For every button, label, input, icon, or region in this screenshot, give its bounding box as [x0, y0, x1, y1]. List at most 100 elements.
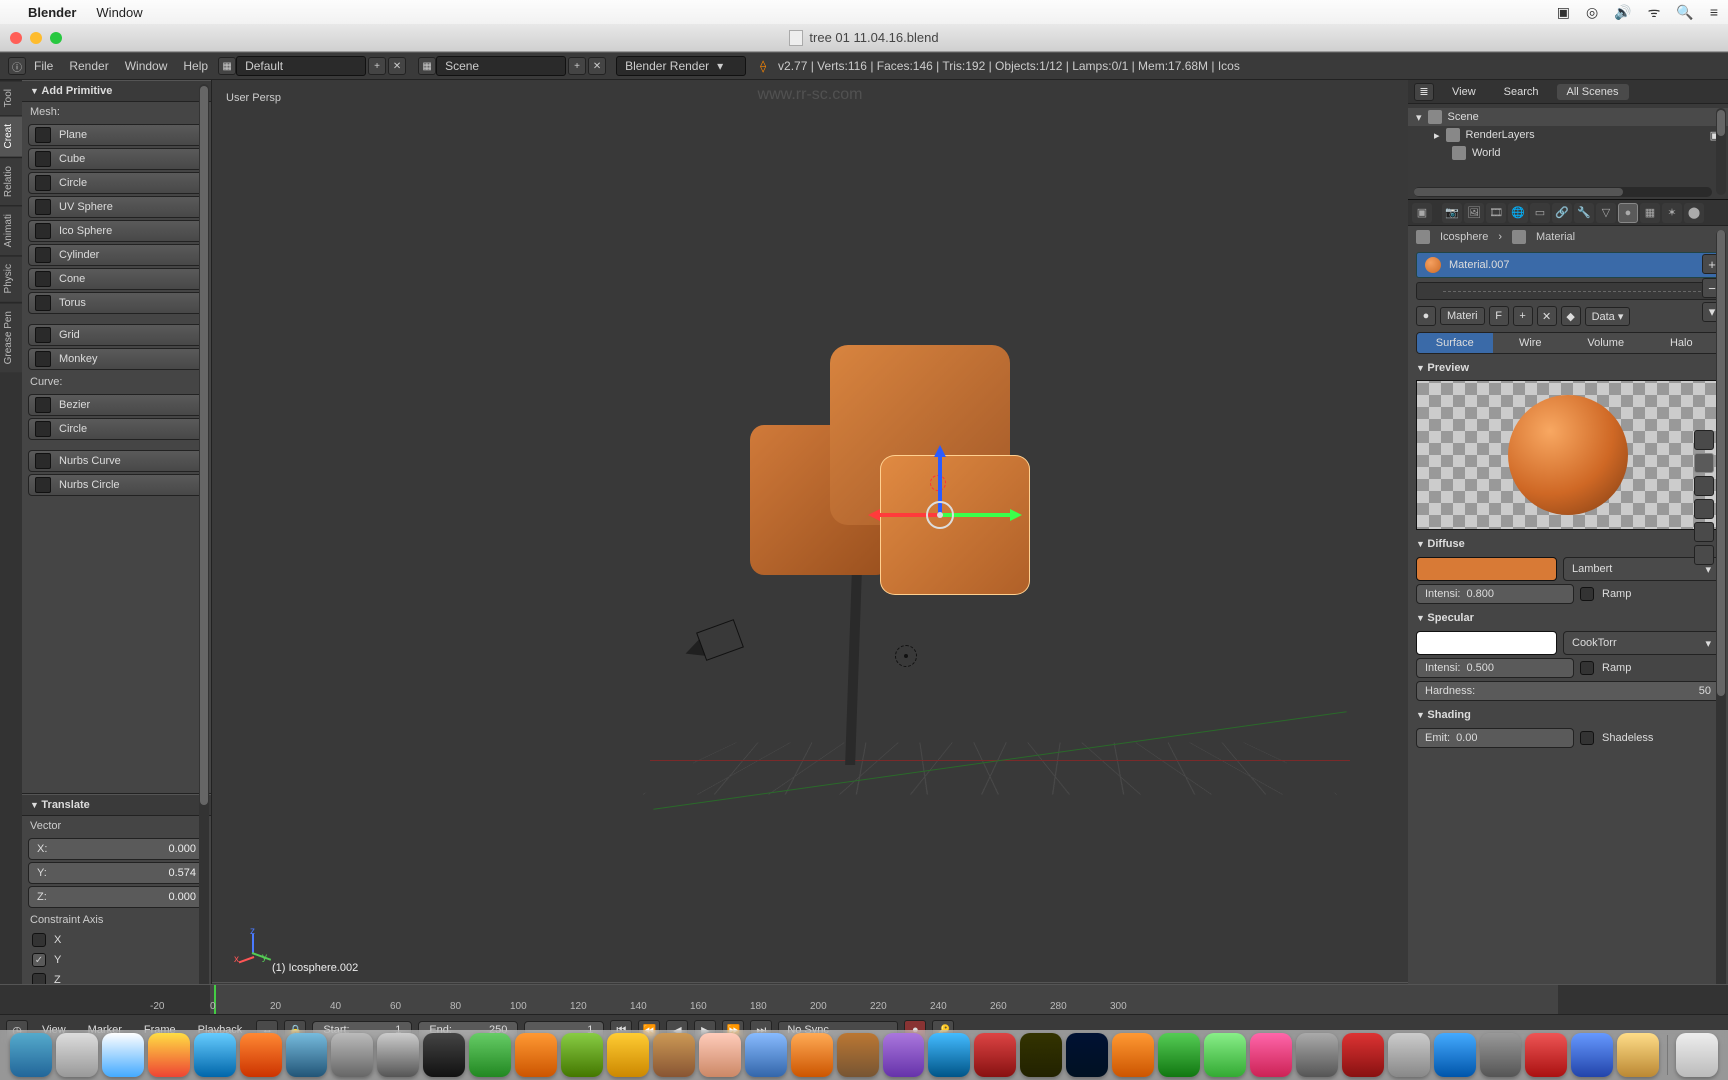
outliner-hscroll[interactable] — [1414, 187, 1712, 197]
dock-app[interactable] — [515, 1033, 557, 1077]
gizmo-x-arrow-icon[interactable] — [868, 509, 880, 521]
context-constraints-icon[interactable]: 🔗 — [1552, 203, 1572, 223]
panel-shading[interactable]: Shading — [1416, 705, 1720, 725]
dock-app[interactable] — [974, 1033, 1016, 1077]
add-cylinder-button[interactable]: Cylinder — [28, 244, 205, 266]
panel-preview[interactable]: Preview — [1416, 358, 1720, 378]
dock-app[interactable] — [1204, 1033, 1246, 1077]
dock-app-illustrator[interactable] — [1020, 1033, 1062, 1077]
add-nurbs-curve-button[interactable]: Nurbs Curve — [28, 450, 205, 472]
tab-animation[interactable]: Animati — [0, 205, 22, 255]
operator-title[interactable]: Translate — [22, 794, 211, 816]
toolshelf-scrollbar[interactable] — [199, 84, 209, 1006]
add-cube-button[interactable]: Cube — [28, 148, 205, 170]
context-material-icon[interactable]: ● — [1618, 203, 1638, 223]
material-link-dropdown[interactable]: Data ▾ — [1585, 307, 1631, 326]
tab-wire[interactable]: Wire — [1493, 333, 1569, 353]
layout-add-icon[interactable]: + — [368, 57, 386, 75]
dock-app-unity[interactable] — [423, 1033, 465, 1077]
add-uvsphere-button[interactable]: UV Sphere — [28, 196, 205, 218]
dock-app[interactable] — [286, 1033, 328, 1077]
outliner-view[interactable]: View — [1442, 84, 1486, 100]
add-cone-button[interactable]: Cone — [28, 268, 205, 290]
dock-app[interactable] — [883, 1033, 925, 1077]
material-browse-icon[interactable]: ● — [1416, 306, 1436, 326]
tab-tools[interactable]: Tool — [0, 80, 22, 115]
dock-app[interactable] — [194, 1033, 236, 1077]
zoom-button[interactable] — [50, 32, 62, 44]
diffuse-ramp-checkbox[interactable]: Ramp — [1580, 584, 1720, 604]
translate-x-field[interactable]: X:0.000 — [28, 838, 205, 860]
add-grid-button[interactable]: Grid — [28, 324, 205, 346]
editor-type-icon[interactable]: ⓘ — [8, 57, 26, 75]
add-curve-circle-button[interactable]: Circle — [28, 418, 205, 440]
dock-app[interactable] — [561, 1033, 603, 1077]
editor-type-properties-icon[interactable]: ▣ — [1412, 203, 1432, 223]
layout-browse-icon[interactable]: ▦ — [218, 57, 236, 75]
constraint-y-checkbox[interactable]: ✓Y — [22, 950, 211, 970]
preview-monkey-icon[interactable] — [1694, 499, 1714, 519]
menu-render[interactable]: Render — [69, 59, 108, 73]
dock-app[interactable] — [1342, 1033, 1384, 1077]
dock-app-safari[interactable] — [102, 1033, 144, 1077]
wifi-icon[interactable]: ᯤ — [1648, 3, 1661, 22]
dock-app-appstore[interactable] — [1434, 1033, 1476, 1077]
context-render-icon[interactable]: 📷 — [1442, 203, 1462, 223]
dock-app-blender[interactable] — [1112, 1033, 1154, 1077]
add-circle-button[interactable]: Circle — [28, 172, 205, 194]
context-modifiers-icon[interactable]: 🔧 — [1574, 203, 1594, 223]
gizmo-y-arrow-icon[interactable] — [1010, 509, 1022, 521]
dock-app[interactable] — [1296, 1033, 1338, 1077]
diffuse-color-swatch[interactable] — [1416, 557, 1557, 581]
add-bezier-button[interactable]: Bezier — [28, 394, 205, 416]
dock-app[interactable] — [1525, 1033, 1567, 1077]
tab-volume[interactable]: Volume — [1568, 333, 1644, 353]
add-nurbs-circle-button[interactable]: Nurbs Circle — [28, 474, 205, 496]
dock-app-finder[interactable] — [10, 1033, 52, 1077]
mac-menu-window[interactable]: Window — [96, 5, 142, 20]
dock-app[interactable] — [1158, 1033, 1200, 1077]
add-plane-button[interactable]: Plane — [28, 124, 205, 146]
panel-specular[interactable]: Specular — [1416, 608, 1720, 628]
dock-app-firefox[interactable] — [240, 1033, 282, 1077]
context-renderlayers-icon[interactable]: 🖼 — [1464, 203, 1484, 223]
scene-add-icon[interactable]: + — [568, 57, 586, 75]
dock-app-chrome[interactable] — [148, 1033, 190, 1077]
dock-app[interactable] — [377, 1033, 419, 1077]
outliner-item-world[interactable]: World — [1408, 144, 1728, 162]
context-object-icon[interactable]: ▭ — [1530, 203, 1550, 223]
gizmo-z-arrow-icon[interactable] — [934, 445, 946, 457]
viewport-3d[interactable]: User Persp zyx (1) Icosphere. — [212, 80, 1408, 1010]
context-physics-icon[interactable]: ⬤ — [1684, 203, 1704, 223]
tab-surface[interactable]: Surface — [1417, 333, 1493, 353]
dock-app-music[interactable] — [1250, 1033, 1292, 1077]
panel-diffuse[interactable]: Diffuse — [1416, 534, 1720, 554]
dock-app[interactable] — [928, 1033, 970, 1077]
tab-grease-pencil[interactable]: Grease Pen — [0, 302, 22, 372]
volume-icon[interactable]: 🔊 — [1614, 4, 1631, 21]
outliner-display-mode[interactable]: All Scenes — [1557, 84, 1629, 100]
close-button[interactable] — [10, 32, 22, 44]
dock-app-settings[interactable] — [1480, 1033, 1522, 1077]
add-icosphere-button[interactable]: Ico Sphere — [28, 220, 205, 242]
dock-trash-icon[interactable] — [1676, 1033, 1718, 1077]
scene-browse-icon[interactable]: ▦ — [418, 57, 436, 75]
tab-physics[interactable]: Physic — [0, 255, 22, 301]
specular-ramp-checkbox[interactable]: Ramp — [1580, 658, 1720, 678]
menu-file[interactable]: File — [34, 59, 53, 73]
specular-color-swatch[interactable] — [1416, 631, 1557, 655]
dock-app[interactable] — [607, 1033, 649, 1077]
context-particles-icon[interactable]: ✶ — [1662, 203, 1682, 223]
scene-field[interactable]: Scene — [436, 56, 566, 76]
panel-add-primitive[interactable]: Add Primitive — [22, 80, 211, 102]
translate-y-field[interactable]: Y:0.574 — [28, 862, 205, 884]
specular-shader-dropdown[interactable]: CookTorr▾ — [1563, 631, 1720, 655]
add-torus-button[interactable]: Torus — [28, 292, 205, 314]
diffuse-intensity-slider[interactable]: Intensi:0.800 — [1416, 584, 1574, 604]
preview-sphere-icon[interactable] — [1694, 453, 1714, 473]
dock-app[interactable] — [837, 1033, 879, 1077]
dock-app[interactable] — [1571, 1033, 1613, 1077]
outliner-vscroll[interactable] — [1716, 108, 1726, 195]
minimize-button[interactable] — [30, 32, 42, 44]
emit-slider[interactable]: Emit:0.00 — [1416, 728, 1574, 748]
